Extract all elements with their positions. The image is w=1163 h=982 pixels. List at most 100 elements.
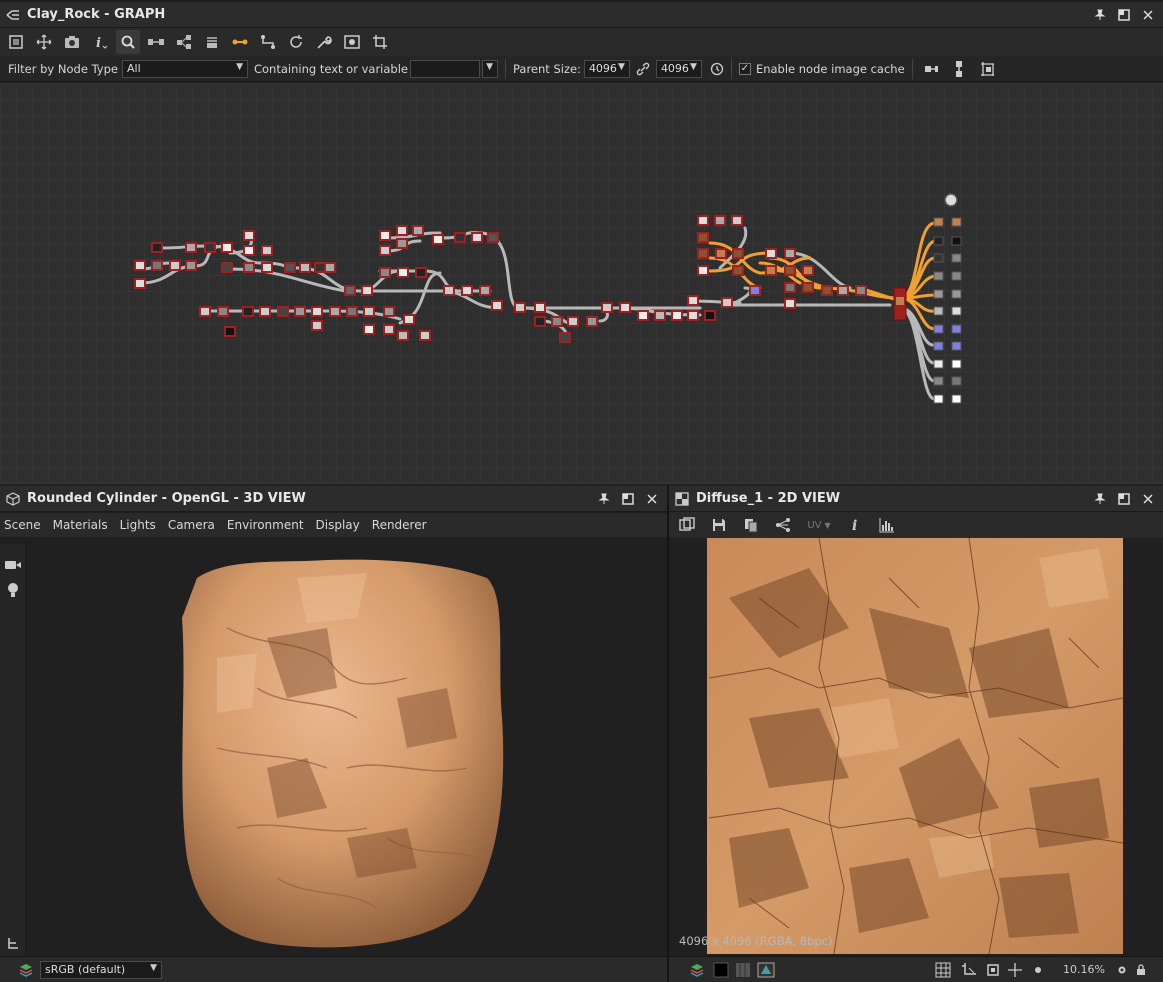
light-bulb-icon[interactable] xyxy=(5,582,21,598)
containing-dropdown[interactable]: ▼ xyxy=(481,59,498,78)
maximize-icon[interactable] xyxy=(1117,492,1131,506)
diffuse-texture xyxy=(707,538,1124,955)
zoom-in-icon[interactable] xyxy=(1117,962,1127,978)
uv-label: UV xyxy=(807,519,822,531)
uv-dropdown[interactable]: UV ▼ xyxy=(803,513,835,537)
pin-icon[interactable] xyxy=(597,492,611,506)
chevron-down-icon: ▼ xyxy=(150,962,157,973)
pan-icon[interactable] xyxy=(1007,962,1023,978)
link-style-icon[interactable] xyxy=(228,30,252,54)
info-icon[interactable]: i xyxy=(88,30,112,54)
align-horizontal-icon[interactable] xyxy=(924,62,938,76)
zoom-out-icon[interactable] xyxy=(1033,962,1043,978)
histogram-icon[interactable] xyxy=(875,513,899,537)
align-nodes-icon[interactable] xyxy=(144,30,168,54)
containing-label: Containing text or variable xyxy=(253,61,408,76)
layers-icon[interactable] xyxy=(18,962,36,978)
graph-titlebar: Clay_Rock - GRAPH xyxy=(0,2,1163,28)
settings-wrench-icon[interactable] xyxy=(312,30,336,54)
menu-materials[interactable]: Materials xyxy=(53,518,108,532)
maximize-icon[interactable] xyxy=(1117,8,1131,22)
colorspace-dropdown[interactable]: sRGB (default) ▼ xyxy=(40,960,162,979)
containing-text-input[interactable] xyxy=(409,59,480,78)
crop-icon[interactable] xyxy=(368,30,392,54)
view3d-sidebar xyxy=(0,544,26,956)
share-graph-icon[interactable] xyxy=(771,513,795,537)
chevron-down-icon: ▼ xyxy=(618,61,625,72)
view3d-panel-title: Rounded Cylinder - OpenGL - 3D VIEW xyxy=(27,491,306,506)
view3d-menubar: Scene Materials Lights Camera Environmen… xyxy=(0,513,667,537)
colorspace-value: sRGB (default) xyxy=(45,963,126,976)
preview-icon[interactable] xyxy=(340,30,364,54)
lock-icon[interactable] xyxy=(1135,962,1147,978)
image-icon xyxy=(674,491,690,507)
menu-display[interactable]: Display xyxy=(316,518,360,532)
align-vertical-icon[interactable] xyxy=(952,60,966,77)
graph-nodes xyxy=(134,193,962,404)
layout-icon[interactable] xyxy=(172,30,196,54)
node-graph xyxy=(134,193,962,404)
fit-view-icon[interactable] xyxy=(985,962,1001,978)
cube-icon xyxy=(5,491,21,507)
separator xyxy=(911,58,913,79)
menu-scene[interactable]: Scene xyxy=(4,518,41,532)
elbow-link-icon[interactable] xyxy=(256,30,280,54)
scene-tree-icon[interactable] xyxy=(6,936,20,950)
zoom-value[interactable]: 10.16% xyxy=(1063,963,1105,976)
black-background-icon[interactable] xyxy=(713,962,729,978)
info-icon[interactable]: i xyxy=(843,513,867,537)
chevron-down-icon: ▼ xyxy=(486,61,493,72)
menu-lights[interactable]: Lights xyxy=(120,518,156,532)
svg-text:i: i xyxy=(96,36,101,50)
camera-icon[interactable] xyxy=(4,558,22,572)
maximize-icon[interactable] xyxy=(621,492,635,506)
parent-size-width-dropdown[interactable]: 4096 ▼ xyxy=(583,59,630,78)
chevron-down-icon: ▼ xyxy=(690,61,697,72)
rgb-channels-icon[interactable] xyxy=(757,962,775,978)
filter-label: Filter by Node Type xyxy=(8,61,118,76)
graph-canvas[interactable] xyxy=(0,83,1163,484)
close-icon[interactable] xyxy=(1141,8,1155,22)
cache-label: Enable node image cache xyxy=(755,61,905,76)
view3d-viewport[interactable] xyxy=(27,538,667,956)
cache-checkbox[interactable]: ✓ xyxy=(738,62,751,75)
frame-all-icon[interactable] xyxy=(4,30,28,54)
chevron-down-icon: ▼ xyxy=(236,61,243,72)
node-links xyxy=(138,226,892,340)
view2d-toolbar: UV ▼ i xyxy=(669,512,1163,538)
pin-icon[interactable] xyxy=(1093,492,1107,506)
view2d-viewport[interactable]: 4096 x 4096 (RGBA, 8bpc) xyxy=(669,538,1163,956)
save-icon[interactable] xyxy=(707,513,731,537)
menu-renderer[interactable]: Renderer xyxy=(372,518,427,532)
graph-filterbar: Filter by Node Type All ▼ Containing tex… xyxy=(0,56,1163,82)
snap-grid-icon[interactable] xyxy=(980,61,994,76)
view2d-panel-title: Diffuse_1 - 2D VIEW xyxy=(696,491,841,506)
stack-icon[interactable] xyxy=(200,30,224,54)
close-icon[interactable] xyxy=(645,492,659,506)
copy-icon[interactable] xyxy=(739,513,763,537)
grid-icon[interactable] xyxy=(935,962,951,978)
layers-icon[interactable] xyxy=(689,962,707,978)
parent-size-height-dropdown[interactable]: 4096 ▼ xyxy=(655,59,702,78)
new-window-icon[interactable] xyxy=(675,513,699,537)
output-links xyxy=(898,306,937,401)
pin-icon[interactable] xyxy=(1093,8,1107,22)
menu-environment[interactable]: Environment xyxy=(227,518,304,532)
rounded-cylinder-render xyxy=(182,559,504,948)
graph-panel-title: Clay_Rock - GRAPH xyxy=(27,7,166,22)
screenshot-icon[interactable] xyxy=(60,30,84,54)
reset-size-icon[interactable] xyxy=(710,62,724,76)
link-ratio-icon[interactable] xyxy=(636,62,650,76)
pan-icon[interactable] xyxy=(32,30,56,54)
view3d-footer: sRGB (default) ▼ xyxy=(0,956,667,982)
menu-camera[interactable]: Camera xyxy=(168,518,215,532)
search-icon[interactable] xyxy=(116,30,140,54)
chevron-down-icon: ▼ xyxy=(824,520,831,530)
view2d-titlebar: Diffuse_1 - 2D VIEW xyxy=(669,486,1163,512)
node-type-dropdown[interactable]: All ▼ xyxy=(121,59,248,78)
refresh-icon[interactable] xyxy=(284,30,308,54)
view2d-footer: 10.16% xyxy=(669,956,1163,982)
close-icon[interactable] xyxy=(1141,492,1155,506)
checker-background-icon[interactable] xyxy=(735,962,751,978)
transform-icon[interactable] xyxy=(961,962,977,978)
